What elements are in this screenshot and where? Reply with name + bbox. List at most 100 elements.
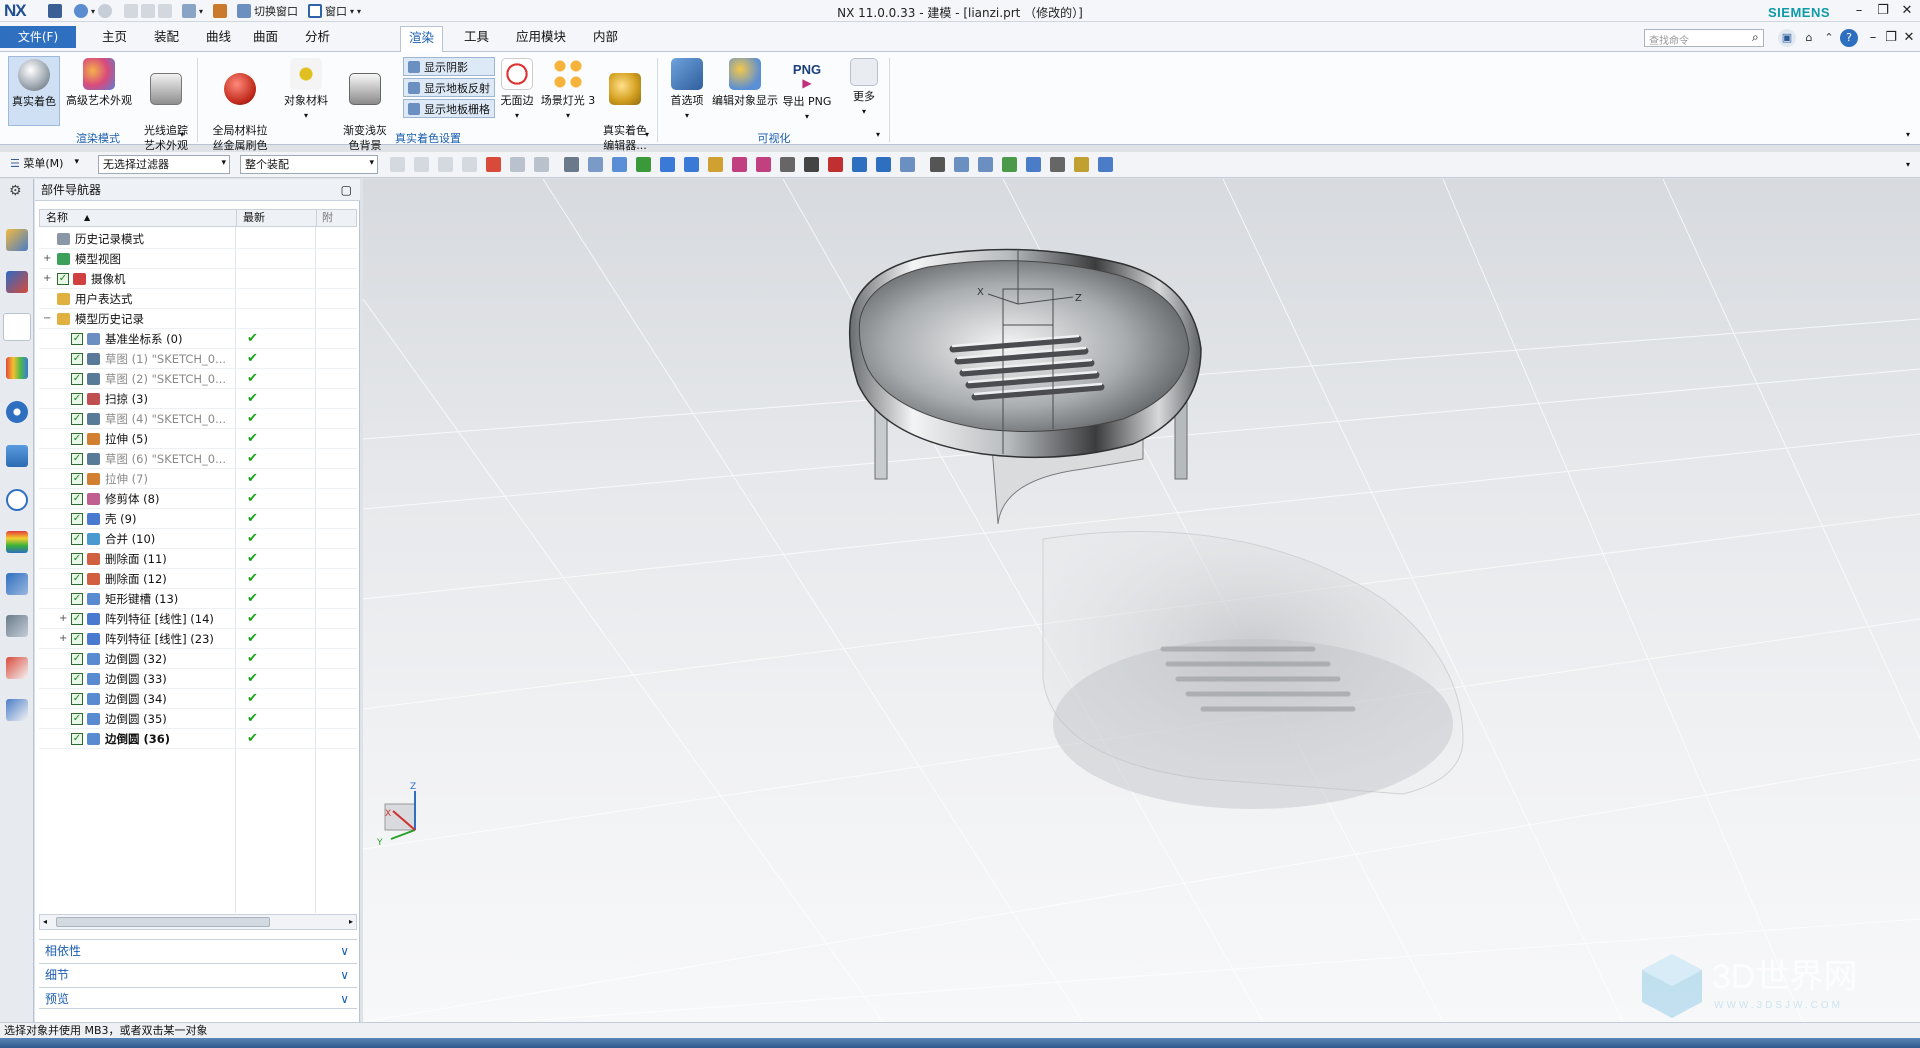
group-expand-icon[interactable]: ▾ [180, 130, 184, 139]
true-shading-button[interactable]: 真实着色 [8, 56, 60, 126]
point-on-curve-icon[interactable] [876, 157, 891, 172]
group-expand-icon[interactable]: ▾ [876, 130, 880, 139]
scene-light-button[interactable]: 场景灯光 3 ▾ [539, 56, 597, 123]
selection-scope-select[interactable]: 整个装配 ▾ [240, 155, 378, 174]
checkbox-icon[interactable]: ✓ [71, 393, 83, 405]
checkbox-icon[interactable]: ✓ [71, 413, 83, 425]
edge-icon[interactable] [684, 157, 699, 172]
face-icon[interactable] [564, 157, 579, 172]
checkbox-icon[interactable]: ✓ [57, 273, 69, 285]
advanced-studio-button[interactable]: 高级艺术外观 [62, 56, 136, 108]
checkbox-icon[interactable]: ✓ [71, 473, 83, 485]
feature-row[interactable]: ✓ 草图 (1) "SKETCH_0... ✔ [39, 349, 357, 369]
ribbon-collapse-icon[interactable]: ⌂ [1800, 29, 1818, 47]
feature-row[interactable]: + ✓ 阵列特征 [线性] (23) ✔ [39, 629, 357, 649]
undo-dropdown-icon[interactable]: ▾ [91, 7, 95, 16]
checkbox-icon[interactable]: ✓ [71, 633, 83, 645]
expand-icon[interactable]: − [43, 309, 53, 329]
tab-8[interactable]: 内部 [585, 26, 626, 52]
window-dropdown-icon[interactable]: ▾ [350, 7, 354, 16]
customize-qa-icon[interactable]: ▾ [357, 7, 361, 16]
expand-icon[interactable]: + [43, 269, 53, 289]
shaded-icon[interactable] [954, 157, 969, 172]
paste-icon[interactable] [158, 4, 173, 18]
dropdown[interactable] [534, 157, 549, 172]
tab-4[interactable]: 分析 [297, 26, 338, 52]
tree-node[interactable]: 历史记录模式 [39, 229, 357, 249]
horizontal-scrollbar[interactable]: ◂ ▸ [39, 914, 357, 930]
process-studio-icon[interactable] [6, 573, 28, 595]
feature-row[interactable]: ✓ 草图 (6) "SKETCH_0... ✔ [39, 449, 357, 469]
search-icon[interactable]: ⌕ [1752, 30, 1759, 45]
fit-icon[interactable] [930, 157, 945, 172]
part-navigator-icon[interactable] [3, 313, 31, 341]
restore-button[interactable]: ❐ [1872, 2, 1894, 20]
select-all-icon[interactable] [414, 157, 429, 172]
orient-icon[interactable] [900, 157, 915, 172]
checkbox-icon[interactable]: ✓ [71, 513, 83, 525]
snap-options-icon[interactable] [1098, 157, 1113, 172]
tab-7[interactable]: 应用模块 [508, 26, 574, 52]
show-floor-grid-toggle[interactable]: 显示地板栅格 [403, 99, 495, 118]
feature-row[interactable]: ✓ 边倒圆 (35) ✔ [39, 709, 357, 729]
checkbox-icon[interactable]: ✓ [71, 353, 83, 365]
resource-bar-icon[interactable]: ▣ [1778, 29, 1796, 47]
rect-select-icon[interactable] [510, 157, 525, 172]
maximize-panel-icon[interactable]: ▢ [341, 179, 352, 201]
view-icon[interactable] [1026, 157, 1041, 172]
menu-button[interactable]: ☰ 菜单(M) ▾ [6, 155, 82, 174]
checkbox-icon[interactable]: ✓ [71, 593, 83, 605]
intersection-icon[interactable] [780, 157, 795, 172]
checkbox-icon[interactable]: ✓ [71, 653, 83, 665]
feature-row[interactable]: ✓ 草图 (2) "SKETCH_0... ✔ [39, 369, 357, 389]
color-icon[interactable] [1074, 157, 1089, 172]
hd3d-tools-icon[interactable] [6, 401, 28, 423]
checkbox-icon[interactable]: ✓ [71, 433, 83, 445]
command-search-input[interactable]: 查找命令 [1644, 29, 1764, 47]
manufacturing-wizard-icon[interactable] [6, 615, 28, 637]
show-floor-reflection-toggle[interactable]: 显示地板反射 [403, 78, 495, 97]
line-icon[interactable] [660, 157, 675, 172]
system-materials-icon[interactable] [6, 531, 28, 553]
web-browser-icon[interactable] [6, 445, 28, 467]
doc-close-button[interactable]: ✕ [1898, 29, 1920, 47]
copy-icon[interactable] [141, 4, 156, 18]
feature-row[interactable]: + ✓ 阵列特征 [线性] (14) ✔ [39, 609, 357, 629]
checkbox-icon[interactable]: ✓ [71, 733, 83, 745]
close-button[interactable]: ✕ [1896, 2, 1918, 20]
feature-row[interactable]: ✓ 基准坐标系 (0) ✔ [39, 329, 357, 349]
feature-row[interactable]: ✓ 边倒圆 (33) ✔ [39, 669, 357, 689]
tree-node[interactable]: + ✓ 摄像机 [39, 269, 357, 289]
feature-row[interactable]: ✓ 合并 (10) ✔ [39, 529, 357, 549]
checkbox-icon[interactable]: ✓ [71, 493, 83, 505]
checkbox-icon[interactable]: ✓ [71, 693, 83, 705]
feature-row[interactable]: ✓ 拉伸 (5) ✔ [39, 429, 357, 449]
point-icon[interactable] [756, 157, 771, 172]
tree-node[interactable]: 用户表达式 [39, 289, 357, 309]
repeat-dropdown-icon[interactable]: ▾ [199, 7, 203, 16]
switch-window-button[interactable]: 切换窗口 [254, 3, 298, 19]
help-icon[interactable]: ? [1840, 29, 1858, 47]
window-menu-button[interactable]: 窗口 [325, 3, 347, 19]
deselect-icon[interactable] [438, 157, 453, 172]
save-icon[interactable] [48, 4, 62, 18]
system-scenes-icon[interactable] [6, 699, 28, 721]
pick-icon[interactable] [462, 157, 477, 172]
touch-mode-icon[interactable] [213, 4, 228, 18]
history-clock-icon[interactable] [6, 489, 28, 511]
tab-6[interactable]: 工具 [456, 26, 497, 52]
checkbox-icon[interactable]: ✓ [71, 533, 83, 545]
layer-icon[interactable] [1002, 157, 1017, 172]
show-shadows-toggle[interactable]: 显示阴影 [403, 57, 495, 76]
checkbox-icon[interactable]: ✓ [71, 573, 83, 585]
redo-icon[interactable] [98, 4, 113, 18]
repeat-command-icon[interactable] [182, 4, 197, 18]
tree-node[interactable]: − 模型历史记录 [39, 309, 357, 329]
roles-icon[interactable] [6, 657, 28, 679]
feature-row[interactable]: ✓ 草图 (4) "SKETCH_0... ✔ [39, 409, 357, 429]
rotate-icon[interactable] [978, 157, 993, 172]
reuse-library-icon[interactable] [6, 357, 28, 379]
scroll-left-icon[interactable]: ◂ [43, 915, 47, 929]
graphics-window[interactable]: Z X Z Y X [363, 179, 1920, 1022]
tab-5[interactable]: 渲染 [400, 26, 444, 52]
